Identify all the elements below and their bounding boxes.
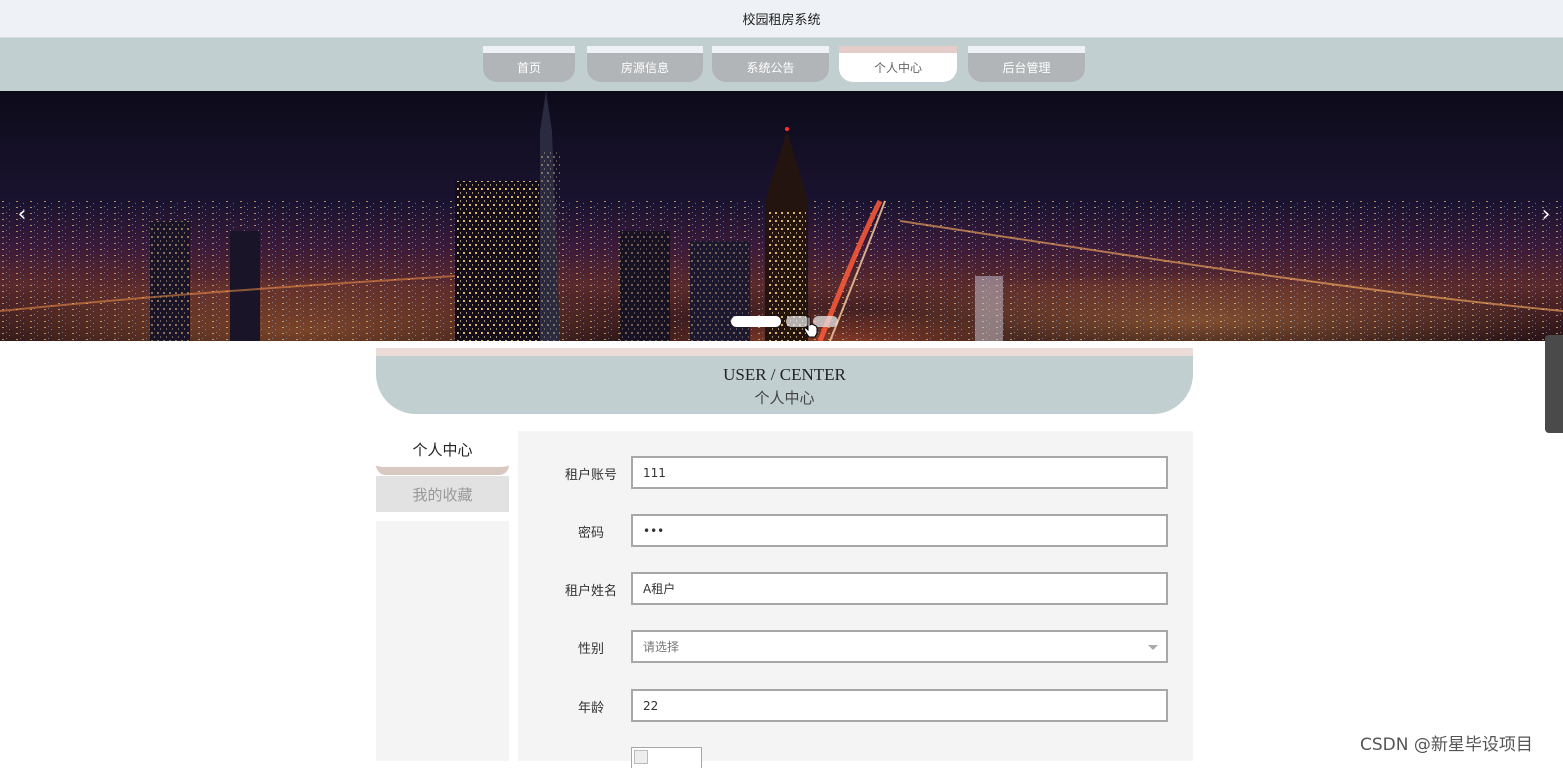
field-label: 年龄 xyxy=(577,700,604,716)
city-night-image xyxy=(0,91,1563,341)
nav-item-user-center[interactable]: 个人中心 xyxy=(839,46,957,82)
form-row-age: 年龄 22 xyxy=(518,689,1193,723)
banner-carousel: ‹ › xyxy=(0,91,1563,341)
nav-item-home[interactable]: 首页 xyxy=(483,46,575,82)
side-menu-background xyxy=(376,521,509,761)
broken-image-icon xyxy=(634,750,648,764)
carousel-dot-1[interactable] xyxy=(731,316,781,327)
field-label: 密码 xyxy=(577,525,604,541)
field-label: 租户姓名 xyxy=(564,583,617,599)
form-row-account: 租户账号 111 xyxy=(518,456,1193,490)
profile-form: 租户账号 111 密码 ••• 租户姓名 A租户 性别 请选择 年龄 22 xyxy=(518,431,1193,768)
carousel-next-button[interactable]: › xyxy=(1534,203,1558,227)
site-title: 校园租房系统 xyxy=(742,13,821,28)
account-field[interactable]: 111 xyxy=(631,456,1168,489)
section-title-cn: 个人中心 xyxy=(754,389,815,407)
carousel-prev-button[interactable]: ‹ xyxy=(10,203,34,227)
form-row-name: 租户姓名 A租户 xyxy=(518,572,1193,606)
age-field[interactable]: 22 xyxy=(631,689,1168,722)
floating-side-tab[interactable] xyxy=(1545,335,1563,433)
nav-item-announcements[interactable]: 系统公告 xyxy=(712,46,829,82)
main-nav: 首页 房源信息 系统公告 个人中心 后台管理 xyxy=(0,38,1563,91)
side-menu-item-user-center[interactable]: 个人中心 xyxy=(376,431,509,475)
gender-select-value: 请选择 xyxy=(643,640,680,654)
chevron-left-icon: ‹ xyxy=(17,202,27,227)
form-row-gender: 性别 请选择 xyxy=(518,630,1193,664)
field-label: 租户账号 xyxy=(564,467,617,483)
form-row-password: 密码 ••• xyxy=(518,514,1193,548)
side-menu-item-favorites[interactable]: 我的收藏 xyxy=(376,476,509,512)
nav-item-listings[interactable]: 房源信息 xyxy=(587,46,703,82)
section-title-en: USER / CENTER xyxy=(723,365,846,384)
side-menu: 个人中心 我的收藏 xyxy=(376,431,509,761)
chevron-right-icon: › xyxy=(1541,202,1551,227)
chevron-down-icon xyxy=(1148,645,1158,650)
watermark: CSDN @新星毕设项目 xyxy=(1360,735,1533,755)
top-header: 校园租房系统 xyxy=(0,0,1563,38)
avatar-image-upload[interactable] xyxy=(631,747,702,768)
hand-cursor-icon xyxy=(803,316,818,338)
section-header: USER / CENTER 个人中心 xyxy=(376,348,1193,414)
nav-item-admin[interactable]: 后台管理 xyxy=(968,46,1085,82)
name-field[interactable]: A租户 xyxy=(631,572,1168,605)
field-label: 性别 xyxy=(577,641,604,657)
gender-select[interactable]: 请选择 xyxy=(631,630,1168,663)
password-field[interactable]: ••• xyxy=(631,514,1168,547)
